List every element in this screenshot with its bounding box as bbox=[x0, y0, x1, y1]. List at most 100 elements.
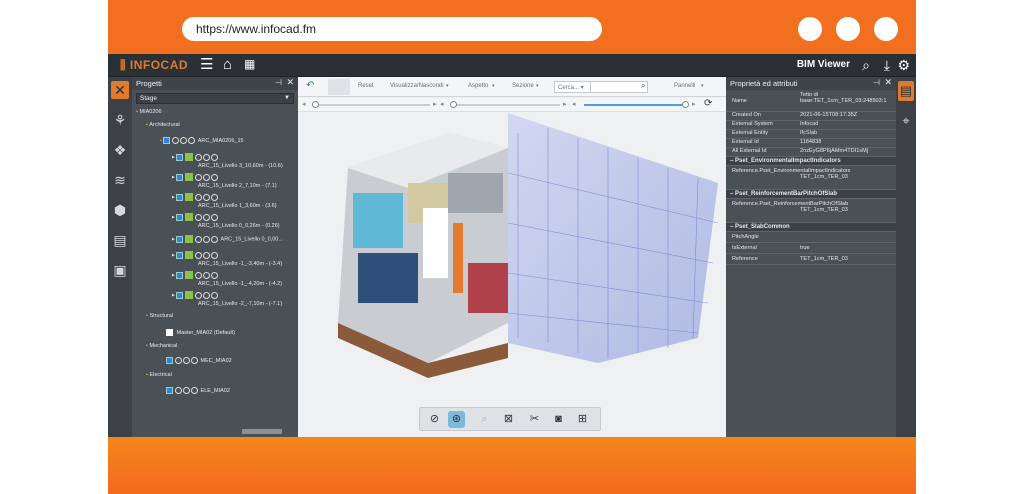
search-icon[interactable]: ⌕ bbox=[862, 57, 870, 74]
window-dot-2[interactable] bbox=[836, 17, 860, 41]
folder-icon: ▪ bbox=[146, 343, 148, 349]
slider-track[interactable] bbox=[312, 104, 430, 106]
property-section-header[interactable]: – Pset_ReinforcementBarPitchOfSlab bbox=[726, 190, 896, 199]
checkbox[interactable] bbox=[176, 271, 184, 279]
close-icon[interactable]: ✕ bbox=[286, 77, 294, 88]
cut-icon[interactable]: ✂ bbox=[526, 411, 543, 428]
checkbox[interactable] bbox=[176, 193, 184, 201]
back-icon[interactable]: ↶ bbox=[306, 80, 314, 91]
tree-node[interactable]: ▪ ARC_MIA0206_15 bbox=[160, 137, 244, 144]
viewer-bottom-toolbar: ⊘ ⊛ ⌕ ⊠ ✂ ◙ ⊞ bbox=[419, 407, 601, 431]
bim-model-render[interactable] bbox=[298, 113, 726, 403]
chip-icon[interactable]: ▣ bbox=[111, 261, 129, 279]
checkbox[interactable] bbox=[163, 137, 171, 144]
chevron-left-icon[interactable]: ◂ bbox=[302, 100, 306, 108]
tree-node[interactable]: ▪ Mechanical bbox=[146, 343, 177, 349]
checkbox[interactable] bbox=[176, 251, 184, 259]
cube-view-icon[interactable] bbox=[328, 79, 350, 95]
reset-button[interactable]: Reset bbox=[358, 83, 374, 89]
slider-track[interactable] bbox=[450, 104, 560, 106]
frame-bottom bbox=[108, 437, 916, 494]
window-dot-3[interactable] bbox=[874, 17, 898, 41]
tree-node[interactable]: Master_MIA02 (Default) bbox=[166, 329, 235, 336]
tree-node[interactable]: ▪ Architectural bbox=[146, 122, 180, 128]
tree-node[interactable]: ▸ ARC_15_Livello 0_0,00... bbox=[172, 235, 283, 243]
tree-node[interactable]: ▸ bbox=[172, 193, 219, 201]
lower-slab bbox=[468, 263, 508, 313]
slider-knob[interactable] bbox=[682, 101, 689, 108]
pin-icon[interactable]: ⊣ bbox=[873, 78, 880, 87]
search-input[interactable] bbox=[590, 81, 648, 93]
visibility-menu[interactable]: Visualizza/Nascondi bbox=[390, 83, 444, 89]
tree-node[interactable]: ELE_MIA02 bbox=[166, 387, 230, 394]
search-scope-select[interactable]: Cerca... ▾ bbox=[554, 81, 594, 93]
grid-icon[interactable]: ▦ bbox=[244, 57, 255, 72]
gear-icon[interactable]: ⚙ bbox=[897, 57, 910, 74]
blocks-icon[interactable]: ⬢ bbox=[111, 201, 129, 219]
menu-icon[interactable]: ☰ bbox=[200, 57, 213, 72]
document-icon[interactable]: ▤ bbox=[898, 81, 914, 101]
checkbox[interactable] bbox=[176, 153, 184, 161]
tools-icon[interactable]: ✕ bbox=[111, 81, 129, 99]
checkbox[interactable] bbox=[176, 173, 184, 181]
pin-icon[interactable]: ⊣ bbox=[275, 78, 282, 87]
panels-menu[interactable]: Pannelli bbox=[674, 83, 695, 89]
zoom-icon[interactable]: ⌕ bbox=[476, 411, 493, 428]
window-dot-1[interactable] bbox=[798, 17, 822, 41]
scrollbar[interactable] bbox=[242, 429, 282, 434]
tree-label: ARC_15_Livello 3_10,60m - (10.6) bbox=[198, 163, 283, 169]
model-viewer[interactable]: ↶ Reset Visualizza/Nascondi ▾ Aspetto ▾ … bbox=[298, 77, 726, 437]
facade-panel bbox=[358, 253, 418, 303]
tree-node[interactable]: ▸ bbox=[172, 251, 219, 259]
chevron-right-icon[interactable]: ▸ bbox=[692, 100, 696, 108]
camera-icon[interactable]: ◙ bbox=[550, 411, 567, 428]
search-icon[interactable]: ⌕ bbox=[641, 81, 645, 91]
pan-icon[interactable]: ⊛ bbox=[448, 411, 465, 428]
tree-node[interactable]: ▪ Electrical bbox=[146, 372, 172, 378]
url-bar[interactable]: https://www.infocad.fm bbox=[182, 17, 602, 41]
cubes-icon[interactable]: ❖ bbox=[111, 141, 129, 159]
chevron-right-icon[interactable]: ▸ bbox=[563, 100, 567, 108]
appearance-menu[interactable]: Aspetto bbox=[468, 83, 488, 89]
tree-node[interactable]: ▸ bbox=[172, 271, 219, 279]
tree-node[interactable]: ▸ bbox=[172, 173, 219, 181]
excel-icon[interactable]: ⊠ bbox=[500, 411, 517, 428]
half-circle-icon bbox=[172, 137, 180, 144]
chevron-right-icon[interactable]: ▸ bbox=[433, 100, 437, 108]
property-section-header[interactable]: – Pset_EnvironmentalImpactIndicators bbox=[726, 157, 896, 166]
export-icon[interactable]: ⊞ bbox=[574, 411, 591, 428]
property-row: IsExternal true bbox=[726, 243, 896, 254]
slider-knob[interactable] bbox=[312, 101, 319, 108]
checkbox[interactable] bbox=[166, 357, 173, 364]
section-menu[interactable]: Sezione bbox=[512, 83, 534, 89]
location-pin-icon[interactable]: ⌖ bbox=[898, 111, 914, 131]
orbit-icon[interactable]: ⊘ bbox=[426, 411, 443, 428]
tree-node[interactable]: ▸ bbox=[172, 213, 219, 221]
slider-knob[interactable] bbox=[450, 101, 457, 108]
panel-header: Proprietà ed attributi ⊣ ✕ bbox=[726, 77, 896, 90]
layers-people-icon[interactable]: ⚘ bbox=[111, 111, 129, 129]
refresh-icon[interactable]: ⟳ bbox=[704, 98, 712, 109]
tree-node[interactable]: MEC_MIA02 bbox=[166, 357, 232, 364]
chevron-left-icon[interactable]: ◂ bbox=[572, 100, 576, 108]
checkbox[interactable] bbox=[176, 291, 184, 299]
close-icon[interactable]: ✕ bbox=[884, 77, 892, 88]
tree-node[interactable]: ▸ bbox=[172, 291, 219, 299]
glass-facade bbox=[353, 193, 403, 248]
tree-node[interactable]: ▸ bbox=[172, 153, 219, 161]
download-icon[interactable]: ⤓ bbox=[884, 57, 890, 74]
chevron-left-icon[interactable]: ◂ bbox=[440, 100, 444, 108]
tree-node[interactable]: ▪ Structural bbox=[146, 313, 173, 319]
property-section-header[interactable]: – Pset_SlabCommon bbox=[726, 223, 896, 232]
slider-track[interactable] bbox=[584, 104, 688, 106]
tree-node[interactable]: ▪ MIA0206 bbox=[136, 109, 162, 115]
layers-icon[interactable]: ≋ bbox=[111, 171, 129, 189]
checkbox[interactable] bbox=[176, 213, 184, 221]
report-icon[interactable]: ▤ bbox=[111, 231, 129, 249]
checkbox[interactable] bbox=[166, 329, 173, 336]
checkbox[interactable] bbox=[166, 387, 173, 394]
checkbox[interactable] bbox=[176, 235, 184, 243]
projects-panel: Progetti ⊣ ✕ Stage ▼ ▪ MIA0206 ▪ Architec… bbox=[132, 77, 298, 437]
home-icon[interactable]: ⌂ bbox=[223, 57, 232, 72]
stage-select[interactable]: Stage ▼ bbox=[136, 93, 294, 104]
